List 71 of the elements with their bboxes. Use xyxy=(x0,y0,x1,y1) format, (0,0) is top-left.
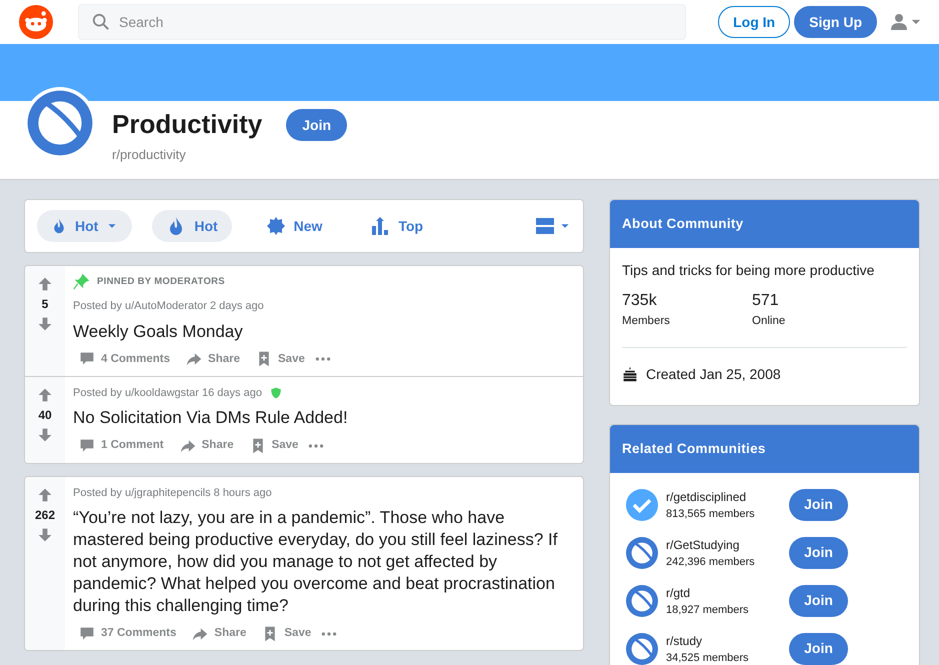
comments-button[interactable]: 4 Comments xyxy=(73,346,176,372)
created-date: Created Jan 25, 2008 xyxy=(646,364,781,384)
share-button[interactable]: Share xyxy=(180,346,246,372)
vote-count: 5 xyxy=(42,296,48,313)
cake-icon xyxy=(622,366,638,382)
member-count: 18,927 members xyxy=(666,602,749,618)
comments-button[interactable]: 1 Comment xyxy=(73,433,170,458)
sort-tab[interactable]: Hot xyxy=(152,210,232,242)
vote-count: 40 xyxy=(38,406,52,424)
save-button[interactable]: Save xyxy=(250,346,311,372)
about-header: About Community xyxy=(610,200,919,248)
signup-button[interactable]: Sign Up xyxy=(794,6,877,38)
community-link[interactable]: r/study xyxy=(666,632,749,650)
layout-button[interactable] xyxy=(535,216,571,236)
share-button[interactable]: Share xyxy=(186,621,252,646)
join-button[interactable]: Join xyxy=(789,584,848,617)
member-count: 242,396 members xyxy=(666,554,755,570)
community-link[interactable]: r/getdisciplined xyxy=(666,488,755,506)
join-button[interactable]: Join xyxy=(789,632,848,665)
share-button[interactable]: Share xyxy=(174,433,240,458)
join-button[interactable]: Join xyxy=(789,488,848,521)
community-link[interactable]: r/GetStudying xyxy=(666,536,755,554)
login-button[interactable]: Log In xyxy=(718,6,790,38)
save-button[interactable]: Save xyxy=(256,621,318,646)
sort-dropdown[interactable]: Hot xyxy=(37,210,132,242)
stat-label: Online xyxy=(752,314,786,330)
comments-button[interactable]: 37 Comments xyxy=(73,621,182,646)
bookmark-icon xyxy=(256,351,272,368)
post-title[interactable]: Weekly Goals Monday xyxy=(73,320,575,342)
post-meta: Posted by u/kooldawgstar 16 days ago xyxy=(73,386,262,401)
community-title: Productivity xyxy=(112,109,262,141)
related-header: Related Communities xyxy=(610,424,919,473)
upvote-icon[interactable] xyxy=(37,486,53,502)
post-title[interactable]: “You’re not lazy, you are in a pandemic”. Those who have mastered being productive everyday, do you still feel laziness? If not anymore, how did you manage to not get affected by pandemic? What helped you overcome and beat procrastination during this challenging time? xyxy=(73,507,575,617)
stat-value: 571 xyxy=(752,291,780,312)
upvote-icon[interactable] xyxy=(37,276,53,292)
reddit-logo-icon[interactable] xyxy=(19,5,53,39)
comment-icon xyxy=(79,626,95,642)
post-meta: Posted by u/jgraphitepencils 8 hours ago xyxy=(73,486,272,500)
member-count: 813,565 members xyxy=(666,506,755,522)
check-icon xyxy=(626,488,658,521)
chart-icon xyxy=(370,216,390,236)
join-button[interactable]: Join xyxy=(789,536,848,569)
vote-count: 262 xyxy=(34,506,56,524)
comment-icon xyxy=(79,438,95,454)
downvote-icon[interactable] xyxy=(37,426,53,443)
post-meta: Posted by u/AutoModerator 2 days ago xyxy=(73,299,264,314)
upvote-icon[interactable] xyxy=(37,386,53,403)
join-button[interactable]: Join xyxy=(286,109,348,141)
save-button[interactable]: Save xyxy=(244,433,304,458)
user-menu-button[interactable] xyxy=(889,12,923,32)
sort-tab[interactable]: Top xyxy=(356,210,438,242)
community-name: r/productivity xyxy=(112,146,187,164)
comment-icon xyxy=(79,351,95,368)
user-icon xyxy=(889,12,909,32)
layout-icon xyxy=(535,216,555,236)
pinned-label: PINNED BY MODERATORS xyxy=(97,274,225,289)
member-count: 34,525 members xyxy=(666,650,749,665)
search-field[interactable]: Search xyxy=(78,4,686,40)
downvote-icon[interactable] xyxy=(37,526,53,542)
community-link[interactable]: r/gtd xyxy=(666,584,749,602)
downvote-icon[interactable] xyxy=(37,316,53,332)
sort-tab[interactable]: New xyxy=(252,210,336,242)
search-icon xyxy=(92,13,110,31)
stat-value: 735k xyxy=(622,291,658,312)
flame-icon xyxy=(51,218,67,234)
share-icon xyxy=(186,351,202,368)
stat-label: Members xyxy=(622,314,671,330)
badge-icon xyxy=(266,216,286,236)
community-description: Tips and tricks for being more productive xyxy=(622,261,876,280)
post-title[interactable]: No Solicitation Via DMs Rule Added! xyxy=(73,407,575,430)
